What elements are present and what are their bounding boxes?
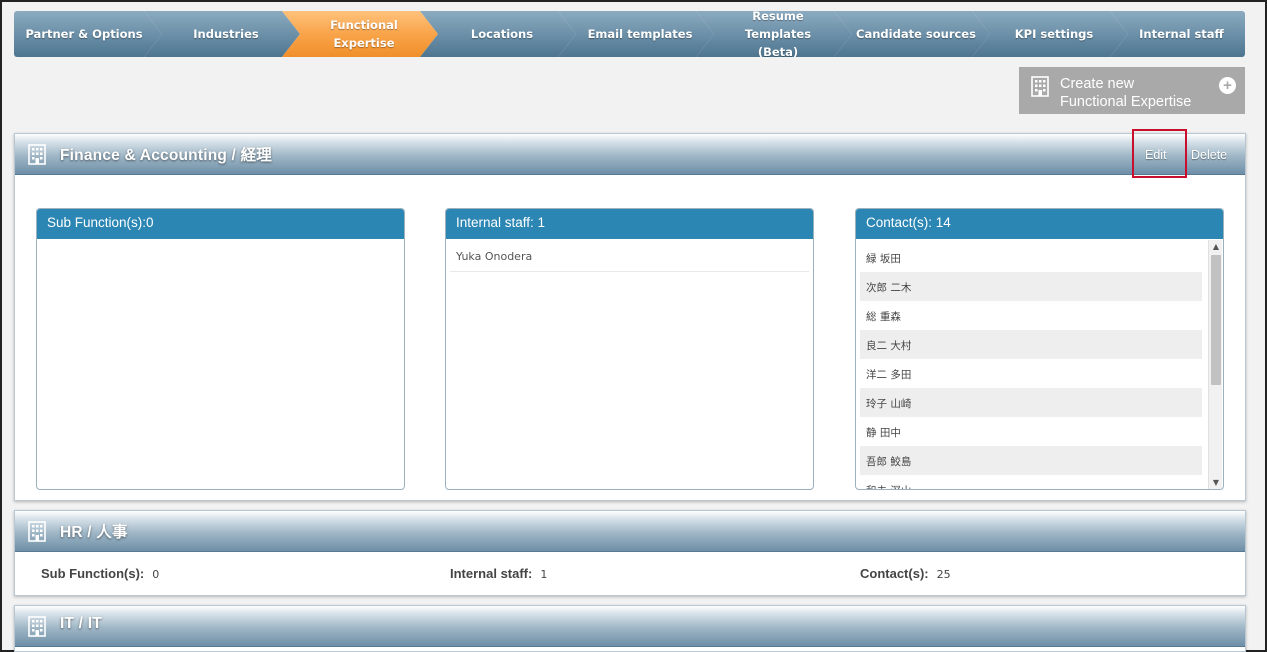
list-item[interactable]: 吾郎 鮫島 (860, 446, 1202, 475)
panel-title: HR / 人事 (60, 524, 128, 541)
scroll-up-arrow-icon[interactable]: ▲ (1209, 240, 1223, 254)
plus-circle-icon: + (1219, 77, 1236, 94)
step-industries[interactable]: Industries (144, 11, 300, 57)
step-label-line2: (Beta) (757, 45, 799, 59)
sub-function-count: 0 (152, 568, 160, 581)
list-item[interactable]: 洋二 多田 (860, 359, 1202, 388)
step-partner-options[interactable]: Partner & Options (14, 11, 162, 57)
contacts-summary: Contact(s): 25 (860, 566, 951, 581)
step-resume-templates[interactable]: Resume Templates (Beta) (696, 11, 852, 57)
contacts-label: Contact(s): (860, 566, 929, 581)
list-item[interactable]: 総 重森 (860, 301, 1202, 330)
sub-function-label: Sub Function(s): (41, 566, 145, 581)
panel-hr: HR / 人事 Sub Function(s): 0 Internal staff… (14, 510, 1246, 596)
step-email-templates[interactable]: Email templates (558, 11, 714, 57)
sub-function-summary: Sub Function(s): 0 (41, 566, 159, 581)
step-internal-staff[interactable]: Internal staff (1110, 11, 1245, 57)
list-item[interactable]: 良二 大村 (860, 330, 1202, 359)
edit-button[interactable]: Edit (1145, 148, 1167, 162)
step-label-line1: Functional (330, 18, 398, 32)
scroll-thumb[interactable] (1211, 255, 1221, 385)
panel-finance-accounting: Finance & Accounting / 経理 Edit Delete Su… (14, 129, 1246, 501)
internal-staff-summary: Internal staff: 1 (450, 566, 547, 581)
building-icon (26, 520, 48, 546)
internal-staff-label: Internal staff: (450, 566, 533, 581)
create-label-line2: Functional Expertise (1060, 94, 1192, 110)
panel-summary: Sub Function(s): 0 Internal staff: 1 Conta… (15, 552, 1245, 596)
list-item[interactable]: 緑 坂田 (860, 243, 1202, 272)
contacts-box: Contact(s): 14 緑 坂田 次郎 二木 総 重森 良二 大村 洋二 … (855, 208, 1224, 490)
step-functional-expertise[interactable]: Functional Expertise (282, 11, 438, 57)
internal-staff-box: Internal staff: 1 Yuka Onodera (445, 208, 814, 490)
internal-staff-header: Internal staff: 1 (446, 209, 813, 239)
panel-header: Finance & Accounting / 経理 Edit Delete (15, 129, 1245, 178)
contacts-count: 25 (936, 568, 951, 581)
step-locations[interactable]: Locations (420, 11, 576, 57)
create-label-line1: Create new (1060, 76, 1135, 92)
create-functional-expertise-button[interactable]: Create new Functional Expertise + (1019, 67, 1245, 114)
internal-staff-count: 1 (540, 568, 548, 581)
panel-title: Finance & Accounting / 経理 (60, 147, 272, 164)
sub-function-box: Sub Function(s):0 (36, 208, 405, 490)
panel-header[interactable]: IT / IT (15, 606, 1245, 647)
contacts-list: 緑 坂田 次郎 二木 総 重森 良二 大村 洋二 多田 玲子 山崎 静 田中 吾… (860, 243, 1202, 489)
building-icon (1029, 75, 1051, 102)
contacts-scrollbar[interactable]: ▲ ▼ (1208, 240, 1223, 489)
panel-it: IT / IT (14, 605, 1246, 652)
contacts-header: Contact(s): 14 (856, 209, 1223, 239)
building-icon (26, 143, 48, 169)
step-label-line1: Resume Templates (744, 9, 812, 41)
list-item[interactable]: Yuka Onodera (450, 239, 809, 272)
step-label-line2: Expertise (333, 36, 395, 50)
panel-header[interactable]: HR / 人事 (15, 511, 1245, 552)
list-item[interactable]: 静 田中 (860, 417, 1202, 446)
list-item[interactable]: 次郎 二木 (860, 272, 1202, 301)
scroll-down-arrow-icon[interactable]: ▼ (1209, 476, 1223, 489)
list-item[interactable]: 和夫 深山 (860, 475, 1202, 489)
sub-function-header: Sub Function(s):0 (37, 209, 404, 239)
building-icon (26, 615, 48, 641)
step-kpi-settings[interactable]: KPI settings (972, 11, 1128, 57)
panel-title: IT / IT (60, 615, 102, 632)
step-candidate-sources[interactable]: Candidate sources (834, 11, 990, 57)
list-item[interactable]: 玲子 山崎 (860, 388, 1202, 417)
wizard-steps: Partner & Options Industries Functional E… (14, 11, 1245, 57)
delete-button[interactable]: Delete (1191, 148, 1227, 162)
